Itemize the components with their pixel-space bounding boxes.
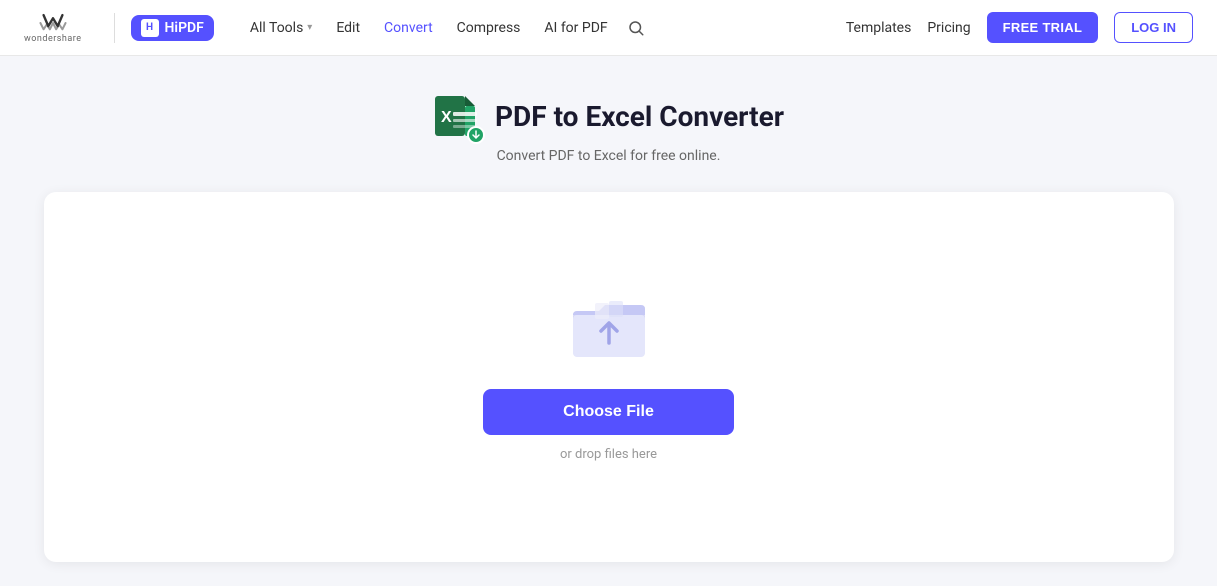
navbar: wondershare H HiPDF All Tools ▾ Edit Con… [0, 0, 1217, 56]
navbar-right: Templates Pricing FREE TRIAL LOG IN [846, 12, 1193, 43]
hipdf-label: HiPDF [165, 20, 204, 36]
nav-convert[interactable]: Convert [372, 0, 445, 56]
nav-all-tools[interactable]: All Tools ▾ [238, 0, 324, 56]
nav-templates[interactable]: Templates [846, 20, 912, 36]
hipdf-icon: H [141, 19, 159, 37]
nav-compress[interactable]: Compress [445, 0, 533, 56]
navbar-left: wondershare H HiPDF All Tools ▾ Edit Con… [24, 0, 846, 56]
page-title-row: X PDF to Excel Converter [433, 92, 784, 140]
free-trial-button[interactable]: FREE TRIAL [987, 12, 1099, 43]
hipdf-badge[interactable]: H HiPDF [131, 15, 214, 41]
login-button[interactable]: LOG IN [1114, 12, 1193, 43]
excel-badge [467, 126, 485, 144]
page-title: PDF to Excel Converter [495, 100, 784, 133]
upload-folder-icon [569, 293, 649, 361]
wondershare-logo[interactable]: wondershare [24, 12, 82, 44]
drop-hint: or drop files here [560, 447, 657, 462]
search-icon[interactable] [620, 12, 652, 44]
folder-icon-area [569, 293, 649, 365]
nav-ai-for-pdf[interactable]: AI for PDF [532, 0, 619, 56]
excel-icon: X [433, 92, 481, 140]
logo-area: wondershare [24, 12, 82, 44]
page-header: X PDF to Excel Converter Convert PDF to … [433, 92, 784, 164]
svg-text:X: X [441, 109, 452, 126]
nav-pricing[interactable]: Pricing [927, 20, 970, 36]
logo-divider [114, 13, 115, 43]
wondershare-label: wondershare [24, 34, 82, 44]
ws-logo-icon [37, 12, 69, 34]
page-subtitle: Convert PDF to Excel for free online. [497, 148, 721, 164]
main-content: X PDF to Excel Converter Convert PDF to … [0, 56, 1217, 586]
choose-file-button[interactable]: Choose File [483, 389, 734, 435]
upload-card: Choose File or drop files here [44, 192, 1174, 562]
nav-edit[interactable]: Edit [324, 0, 372, 56]
all-tools-chevron-icon: ▾ [307, 22, 312, 33]
